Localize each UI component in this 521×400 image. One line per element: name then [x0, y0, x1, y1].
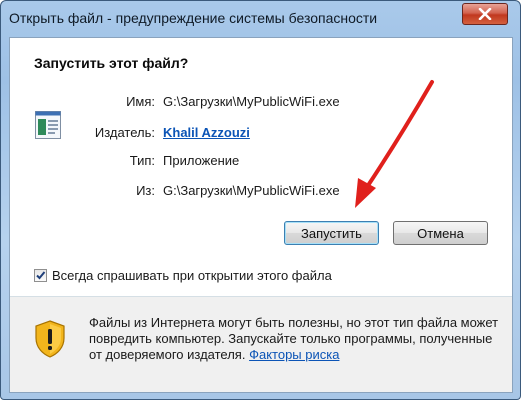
always-ask-checkbox[interactable]	[34, 269, 47, 282]
cancel-button[interactable]: Отмена	[393, 221, 488, 245]
from-label: Из:	[136, 183, 155, 198]
from-value: G:\Загрузки\MyPublicWiFi.exe	[163, 183, 340, 198]
dialog-body: Запустить этот файл? Имя: G:\Загрузки\My…	[9, 37, 513, 393]
executable-file-icon	[35, 111, 61, 139]
security-shield-icon	[35, 320, 65, 358]
window-title: Открыть файл - предупреждение системы бе…	[9, 10, 378, 26]
warning-text: Файлы из Интернета могут быть полезны, н…	[89, 315, 499, 363]
close-icon	[478, 8, 492, 20]
publisher-link[interactable]: Khalil Azzouzi	[163, 125, 250, 140]
run-button[interactable]: Запустить	[284, 221, 379, 245]
warning-panel: Файлы из Интернета могут быть полезны, н…	[10, 297, 512, 392]
risk-factors-link[interactable]: Факторы риска	[249, 347, 339, 362]
title-bar[interactable]: Открыть файл - предупреждение системы бе…	[1, 1, 520, 37]
checkmark-icon	[36, 271, 46, 280]
publisher-label: Издатель:	[94, 125, 155, 140]
name-label: Имя:	[126, 94, 155, 109]
type-value: Приложение	[163, 153, 240, 168]
file-info-panel: Запустить этот файл? Имя: G:\Загрузки\My…	[10, 38, 512, 292]
close-button[interactable]	[462, 3, 508, 25]
dialog-question: Запустить этот файл?	[34, 55, 189, 71]
type-label: Тип:	[129, 153, 155, 168]
always-ask-label[interactable]: Всегда спрашивать при открытии этого фай…	[52, 268, 332, 283]
name-value: G:\Загрузки\MyPublicWiFi.exe	[163, 94, 340, 109]
dialog-window: Открыть файл - предупреждение системы бе…	[0, 0, 521, 400]
